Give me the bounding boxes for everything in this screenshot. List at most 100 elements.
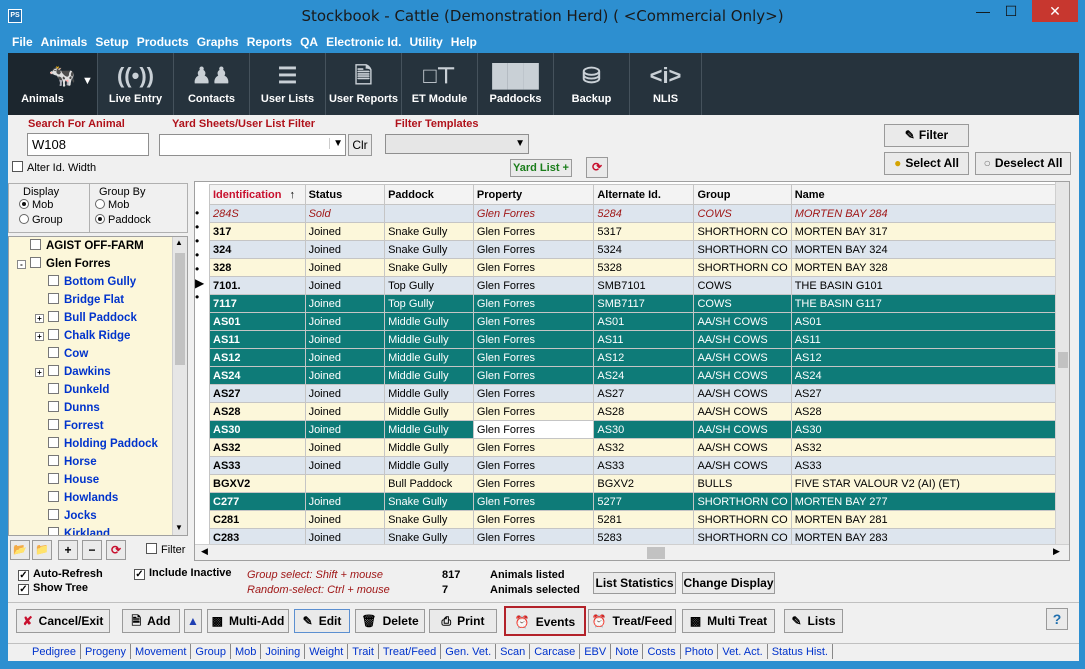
tab[interactable]: Treat/Feed (379, 644, 442, 659)
tree-item[interactable]: Bridge Flat (9, 291, 187, 309)
table-cell[interactable]: Joined (304, 492, 386, 511)
search-input[interactable]: W108 (27, 133, 149, 156)
tree-checkbox[interactable] (48, 437, 59, 448)
table-cell[interactable]: Snake Gully (384, 240, 474, 259)
table-cell[interactable]: Glen Forres (472, 492, 595, 511)
auto-refresh-toggle[interactable]: ✓ Auto-Refresh (18, 568, 103, 581)
folder-icon[interactable]: 📁 (32, 540, 52, 560)
table-cell[interactable]: Snake Gully (384, 258, 474, 277)
table-cell[interactable]: Snake Gully (384, 492, 474, 511)
table-row[interactable]: AS01 Joined Middle Gully Glen Forres AS01 AA/… (209, 312, 1070, 331)
table-cell[interactable]: Joined (304, 402, 386, 421)
tree-filter-toggle[interactable]: Filter (146, 543, 185, 556)
toolbar-live-entry[interactable]: ((•)) Live Entry (98, 53, 174, 115)
table-cell[interactable]: COWS (693, 294, 792, 313)
toolbar-et-module[interactable]: □⊤ ET Module (402, 53, 478, 115)
table-cell[interactable]: AS33 (209, 456, 306, 475)
table-cell[interactable]: Joined (304, 420, 386, 439)
print-button[interactable]: ⎙ Print (429, 609, 497, 633)
tree-item[interactable]: Jocks (9, 507, 187, 525)
collapse-all-icon[interactable]: − (82, 540, 102, 560)
table-cell[interactable]: Joined (304, 384, 386, 403)
table-cell[interactable]: AS27 (209, 384, 306, 403)
display-group-radio[interactable]: Group (19, 214, 63, 226)
table-cell[interactable]: 7117 (209, 294, 306, 313)
tab[interactable]: Scan (496, 644, 531, 659)
table-cell[interactable]: AA/SH COWS (693, 312, 792, 331)
table-cell[interactable]: MORTEN BAY 328 (790, 258, 1070, 277)
table-cell[interactable]: AS32 (593, 438, 695, 457)
table-cell[interactable]: Glen Forres (472, 222, 595, 241)
table-cell[interactable]: AS01 (593, 312, 695, 331)
table-cell[interactable]: BULLS (693, 474, 792, 493)
tab[interactable]: Group (191, 644, 231, 659)
table-cell[interactable]: Joined (304, 276, 386, 295)
column-header[interactable]: Alternate Id. (593, 184, 695, 205)
expand-icon[interactable]: + (35, 368, 44, 377)
table-cell[interactable]: MORTEN BAY 324 (790, 240, 1070, 259)
expand-all-icon[interactable]: + (58, 540, 78, 560)
table-cell[interactable]: AS11 (209, 330, 306, 349)
table-row[interactable]: AS12 Joined Middle Gully Glen Forres AS12 AA/… (209, 348, 1070, 367)
table-row[interactable]: AS27 Joined Middle Gully Glen Forres AS27 AA/… (209, 384, 1070, 403)
table-cell[interactable]: Joined (304, 366, 386, 385)
tree-item[interactable]: + Dawkins (9, 363, 187, 381)
tab[interactable]: Pedigree (28, 644, 82, 659)
table-cell[interactable]: Top Gully (384, 276, 474, 295)
table-cell[interactable]: AS33 (593, 456, 695, 475)
include-inactive-toggle[interactable]: ✓ Include Inactive (134, 567, 232, 580)
table-cell[interactable]: Joined (304, 222, 386, 241)
menu-graphs[interactable]: Graphs (193, 32, 243, 49)
menu-file[interactable]: File (8, 32, 37, 49)
table-row[interactable]: AS32 Joined Middle Gully Glen Forres AS32 AA/… (209, 438, 1070, 457)
table-cell[interactable] (304, 474, 386, 493)
toolbar-backup[interactable]: ⛁ Backup (554, 53, 630, 115)
table-cell[interactable]: BGXV2 (209, 474, 306, 493)
close-button[interactable]: ✕ (1032, 0, 1078, 22)
table-cell[interactable]: SHORTHORN CO (693, 510, 792, 529)
table-cell[interactable] (384, 204, 474, 223)
tree-checkbox[interactable] (48, 509, 59, 520)
table-cell[interactable]: Glen Forres (472, 330, 595, 349)
table-cell[interactable]: AS11 (790, 330, 1070, 349)
toolbar-user-reports[interactable]: 🗎 User Reports (326, 53, 402, 115)
table-cell[interactable]: 284S (209, 204, 306, 223)
table-cell[interactable]: AA/SH COWS (693, 456, 792, 475)
tab[interactable]: Status Hist. (768, 644, 833, 659)
table-cell[interactable]: MORTEN BAY 281 (790, 510, 1070, 529)
table-cell[interactable]: Glen Forres (472, 294, 595, 313)
table-cell[interactable]: AS12 (593, 348, 695, 367)
group-by-paddock-radio[interactable]: Paddock (95, 214, 151, 226)
table-row[interactable]: 7117 Joined Top Gully Glen Forres SMB7117 COW… (209, 294, 1070, 313)
table-cell[interactable]: Middle Gully (384, 456, 474, 475)
column-header[interactable]: Group (693, 184, 792, 205)
menu-reports[interactable]: Reports (243, 32, 296, 49)
chevron-down-icon[interactable]: ▼ (175, 523, 183, 532)
tree-item[interactable]: AGIST OFF-FARM (9, 237, 187, 255)
table-cell[interactable]: Middle Gully (384, 384, 474, 403)
tab[interactable]: Gen. Vet. (441, 644, 497, 659)
tree-item[interactable]: Holding Paddock (9, 435, 187, 453)
tree-item[interactable]: House (9, 471, 187, 489)
grid-hscroll-thumb[interactable] (647, 547, 665, 559)
table-cell[interactable]: 5317 (593, 222, 695, 241)
tree-checkbox[interactable] (48, 383, 59, 394)
tree-item[interactable]: Horse (9, 453, 187, 471)
table-row[interactable]: AS24 Joined Middle Gully Glen Forres AS24 AA/… (209, 366, 1070, 385)
tree-checkbox[interactable] (48, 491, 59, 502)
multi-treat-button[interactable]: ▩ Multi Treat (682, 609, 775, 633)
table-cell[interactable]: AS32 (790, 438, 1070, 457)
tab[interactable]: Mob (231, 644, 262, 659)
table-row[interactable]: 328 Joined Snake Gully Glen Forres 5328 SHORT… (209, 258, 1070, 277)
table-cell[interactable]: AS01 (790, 312, 1070, 331)
table-cell[interactable]: AS01 (209, 312, 306, 331)
table-cell[interactable]: Joined (304, 456, 386, 475)
table-cell[interactable]: Glen Forres (472, 348, 595, 367)
grid-vscroll[interactable] (1055, 182, 1069, 544)
tree-item[interactable]: + Bull Paddock (9, 309, 187, 327)
tree-item[interactable]: Cow (9, 345, 187, 363)
toolbar-contacts[interactable]: ♟♟ Contacts (174, 53, 250, 115)
table-cell[interactable]: AS28 (790, 402, 1070, 421)
toolbar-nlis[interactable]: <i> NLIS (630, 53, 702, 115)
table-cell[interactable]: AS32 (209, 438, 306, 457)
